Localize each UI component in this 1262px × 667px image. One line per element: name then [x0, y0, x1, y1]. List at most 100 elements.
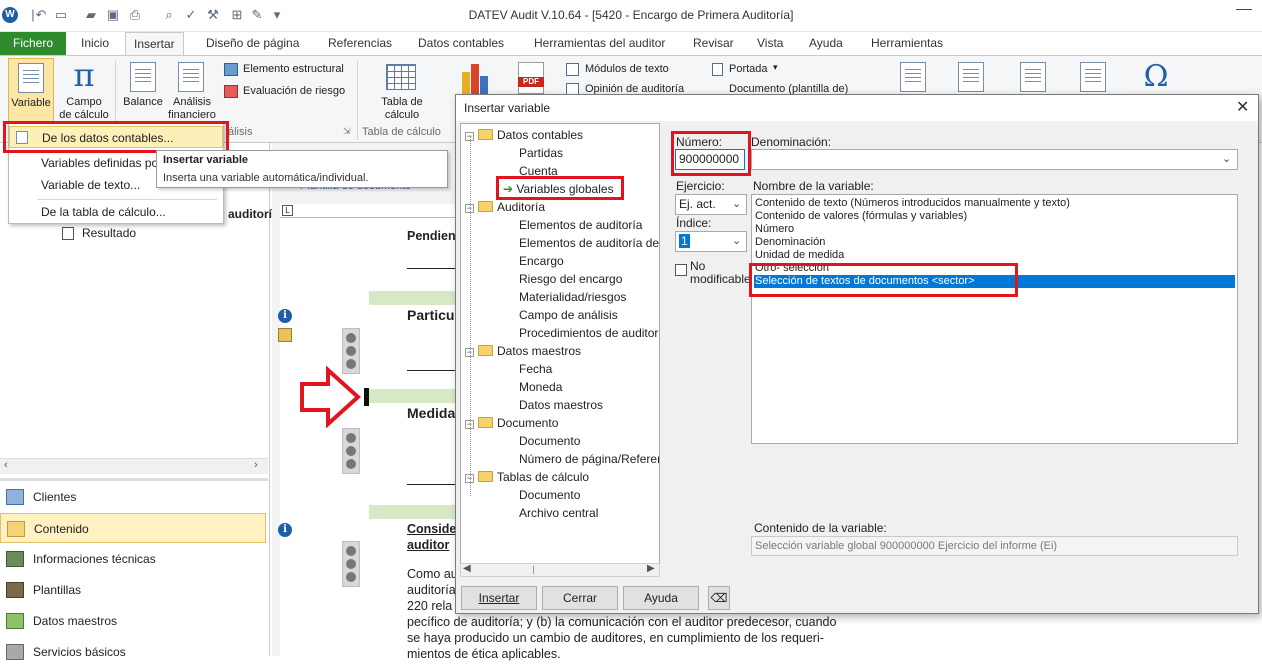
tree-item[interactable]: Archivo central	[519, 504, 598, 522]
tree-item-resultado[interactable]: Resultado	[82, 226, 136, 240]
no-modificable-checkbox[interactable]	[675, 264, 687, 276]
traffic-light-icon[interactable]	[342, 541, 360, 587]
list-icon[interactable]	[1020, 62, 1046, 92]
tabla-calculo-button[interactable]: Tabla de cálculo	[366, 58, 438, 122]
note-icon[interactable]	[278, 328, 292, 342]
ejercicio-select[interactable]: Ej. act. ⌄	[675, 194, 747, 215]
ruler[interactable]: L	[280, 204, 460, 218]
tree-folder[interactable]: − Datos contables	[465, 126, 583, 144]
variable-category-tree[interactable]: − Datos contables Partidas Cuenta ➔ Variable…	[460, 123, 660, 575]
tab-herramientas-auditor[interactable]: Herramientas del auditor	[526, 32, 673, 55]
tree-label: Documento	[519, 488, 581, 502]
ayuda-button[interactable]: Ayuda	[623, 586, 699, 610]
info-icon[interactable]: i	[278, 523, 292, 537]
tree-item[interactable]: Encargo	[519, 252, 564, 270]
variable-name-list[interactable]: Contenido de texto (Números introducidos…	[751, 194, 1238, 444]
variable-name-item[interactable]: Unidad de medida	[754, 249, 1235, 262]
tree-item[interactable]: Elementos de auditoría del	[519, 234, 659, 252]
tree-item[interactable]: Moneda	[519, 378, 562, 396]
evaluacion-riesgo-button[interactable]: Evaluación de riesgo	[224, 84, 354, 100]
elemento-estructural-button[interactable]: Elemento estructural	[224, 62, 354, 78]
nav-plantillas[interactable]: Plantillas	[0, 575, 266, 605]
nav-contenido[interactable]: Contenido	[0, 513, 266, 543]
scroll-right-icon[interactable]: ›	[254, 459, 258, 471]
scroll-left-icon[interactable]: ‹	[4, 459, 8, 471]
nav-datos-maestros[interactable]: Datos maestros	[0, 606, 266, 636]
tab-herramientas[interactable]: Herramientas	[863, 32, 951, 55]
nav-servicios-basicos[interactable]: Servicios básicos	[0, 637, 266, 667]
insertar-button[interactable]: Insertar	[461, 586, 537, 610]
tab-inicio[interactable]: Inicio	[73, 32, 117, 55]
tree-item[interactable]: Datos maestros	[519, 396, 603, 414]
contenido-label: Contenido de la variable:	[754, 521, 887, 535]
variable-name-item[interactable]: Contenido de valores (fórmulas y variabl…	[754, 210, 1235, 223]
menu-item-tabla-calculo[interactable]: De la tabla de cálculo...	[9, 201, 223, 223]
indice-select[interactable]: 1 ⌄	[675, 231, 747, 252]
tab-revisar[interactable]: Revisar	[685, 32, 742, 55]
selection-highlight	[749, 263, 1018, 297]
dialog-title: Insertar variable	[464, 101, 551, 115]
tree-item[interactable]: Número de página/Referen	[519, 450, 659, 468]
portada-icon	[712, 63, 723, 76]
tab-ayuda[interactable]: Ayuda	[801, 32, 851, 55]
doc-rule	[407, 370, 457, 371]
denominacion-select[interactable]: ⌄	[751, 149, 1238, 170]
tree-item[interactable]: Elementos de auditoría	[519, 216, 642, 234]
document-icon[interactable]	[958, 62, 984, 92]
minimize-icon[interactable]	[1236, 9, 1252, 10]
tree-folder[interactable]: − Tablas de cálculo	[465, 468, 589, 486]
tab-fichero[interactable]: Fichero	[0, 32, 66, 55]
pdf-icon[interactable]: PDF	[518, 62, 544, 94]
nav-label: Plantillas	[33, 583, 82, 597]
document-icon[interactable]	[900, 62, 926, 92]
info-icon[interactable]: i	[278, 309, 292, 323]
scroll-right-icon[interactable]: ▶	[647, 563, 655, 574]
variable-name-item[interactable]: Número	[754, 223, 1235, 236]
chart-icon[interactable]	[462, 62, 492, 94]
tree-folder[interactable]: − Datos maestros	[465, 342, 581, 360]
tree-item[interactable]: Documento	[519, 486, 580, 504]
splitter[interactable]	[0, 478, 268, 481]
omega-symbol-icon[interactable]: Ω	[1140, 60, 1172, 94]
nav-clientes[interactable]: Clientes	[0, 482, 266, 512]
scroll-left-icon[interactable]: ◀	[463, 563, 471, 574]
analisis-financiero-button[interactable]: Análisis financiero	[166, 58, 218, 122]
tree-folder[interactable]: − Auditoría	[465, 198, 545, 216]
close-icon[interactable]: ✕	[1236, 97, 1249, 117]
tab-vista[interactable]: Vista	[749, 32, 791, 55]
tree-item[interactable]: Procedimientos de auditor	[519, 324, 658, 342]
variable-highlight	[6, 57, 56, 124]
tab-insertar[interactable]: Insertar	[125, 32, 184, 55]
modulos-texto-button[interactable]: Módulos de texto	[566, 62, 706, 78]
menu-item-label: Variables definidas por	[41, 156, 163, 170]
opinion-auditoria-button[interactable]: Opinión de auditoría	[566, 82, 706, 94]
tree-item[interactable]: Materialidad/riesgos	[519, 288, 626, 306]
tab-referencias[interactable]: Referencias	[320, 32, 400, 55]
footnote-icon[interactable]	[1080, 62, 1106, 92]
eraser-icon[interactable]: ⌫	[708, 586, 730, 610]
traffic-light-icon[interactable]	[342, 428, 360, 474]
nav-informaciones-tecnicas[interactable]: Informaciones técnicas	[0, 544, 266, 574]
campo-calculo-button[interactable]: π Campo de cálculo	[58, 58, 110, 122]
tree-item[interactable]: Campo de análisis	[519, 306, 618, 324]
tab-diseno-pagina[interactable]: Diseño de página	[198, 32, 307, 55]
scroll-thumb[interactable]	[533, 566, 534, 574]
tree-horizontal-scrollbar[interactable]: ◀ ▶	[460, 563, 660, 577]
tree-item[interactable]: Documento	[519, 432, 580, 450]
tree-item[interactable]: Riesgo del encargo	[519, 270, 622, 288]
dialog-launcher-icon[interactable]: ⇲	[343, 126, 353, 136]
horizontal-scrollbar[interactable]: ‹ ›	[0, 458, 268, 474]
tree-item[interactable]: Partidas	[519, 144, 563, 162]
variable-name-item[interactable]: Denominación	[754, 236, 1235, 249]
tree-label: Tablas de cálculo	[497, 470, 590, 484]
documento-plantilla-button[interactable]: Documento (plantilla de)	[712, 82, 857, 94]
variable-name-item[interactable]: Contenido de texto (Números introducidos…	[754, 197, 1235, 210]
portada-button[interactable]: Portada ▾	[712, 62, 852, 78]
tree-folder[interactable]: − Documento	[465, 414, 558, 432]
balance-button[interactable]: Balance	[120, 58, 166, 122]
tab-datos-contables[interactable]: Datos contables	[410, 32, 512, 55]
tree-item[interactable]: Fecha	[519, 360, 552, 378]
tooltip-title: Insertar variable	[163, 154, 248, 166]
nav-label: Servicios básicos	[33, 645, 126, 659]
cerrar-button[interactable]: Cerrar	[542, 586, 618, 610]
